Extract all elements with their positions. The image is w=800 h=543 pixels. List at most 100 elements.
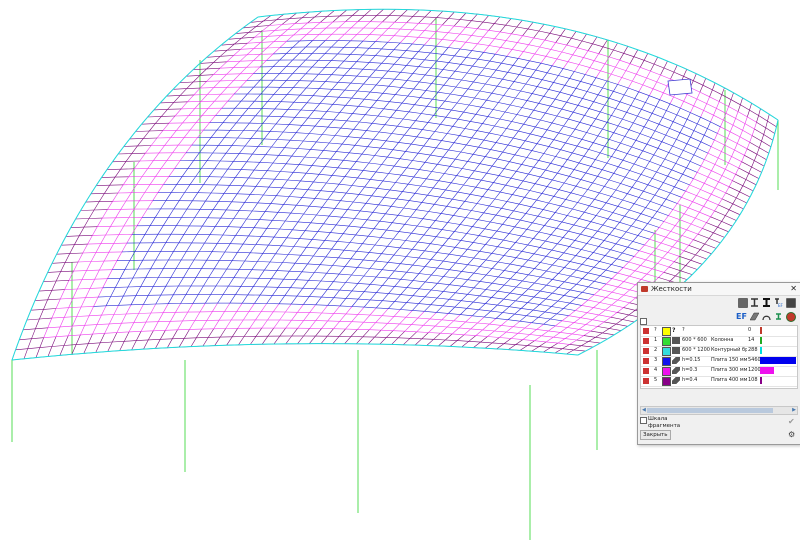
mesh-line	[162, 123, 170, 131]
mesh-line	[581, 243, 588, 250]
scroll-right-arrow[interactable]: ▶	[792, 407, 796, 413]
i-beam-bold-icon[interactable]	[762, 298, 770, 307]
mesh-line	[436, 305, 444, 313]
mesh-line	[171, 184, 178, 193]
mesh-line	[100, 234, 106, 244]
mesh-line	[513, 137, 526, 142]
select-all-checkbox[interactable]	[640, 318, 647, 325]
mesh-line	[546, 279, 553, 286]
mesh-line	[646, 268, 653, 275]
scale-checkbox[interactable]	[640, 417, 647, 424]
mesh-line	[411, 37, 419, 45]
mesh-line	[545, 56, 558, 60]
scroll-thumb[interactable]	[647, 408, 773, 413]
mesh-line	[380, 229, 387, 238]
mesh-line	[404, 134, 417, 138]
mesh-line	[672, 139, 677, 147]
mesh-line	[629, 297, 636, 304]
mesh-line	[253, 42, 261, 49]
model-viewport[interactable]	[0, 0, 800, 543]
mesh-line	[268, 179, 275, 188]
mesh-line	[533, 160, 539, 168]
mesh-line	[656, 74, 661, 83]
mesh-line	[337, 75, 345, 83]
mesh-line	[293, 172, 307, 174]
mesh-line	[362, 62, 370, 70]
mesh-line	[718, 157, 729, 164]
color-swatch[interactable]	[662, 357, 671, 366]
close-button[interactable]: Закрыть	[640, 430, 671, 440]
color-swatch[interactable]	[662, 337, 671, 346]
mesh-line	[155, 168, 162, 177]
table-hscrollbar[interactable]: ◀ ▶	[640, 406, 798, 415]
plate-section-icon[interactable]	[738, 298, 748, 308]
globe-icon[interactable]	[786, 312, 796, 322]
mesh-line	[388, 165, 395, 174]
mesh-line	[667, 246, 673, 253]
color-swatch[interactable]	[662, 347, 671, 356]
mesh-line	[504, 111, 517, 115]
mesh-line	[546, 179, 553, 187]
mesh-line	[548, 89, 561, 93]
mesh-line	[88, 306, 94, 316]
mesh-line	[746, 148, 758, 155]
mesh-line	[575, 179, 582, 187]
color-swatch[interactable]	[662, 377, 671, 386]
table-row[interactable]: 5 h=0.4 Плита 400 мм 108	[641, 376, 797, 387]
mesh-line	[173, 95, 181, 103]
mesh-line	[532, 216, 539, 223]
delete-icon[interactable]	[643, 338, 649, 344]
mesh-line	[381, 246, 388, 254]
plate-tilt-icon[interactable]	[749, 312, 760, 321]
apply-check-icon[interactable]: ✔	[788, 417, 795, 426]
close-icon[interactable]: ✕	[790, 284, 797, 293]
delete-icon[interactable]	[643, 368, 649, 374]
mesh-line	[466, 301, 474, 309]
mesh-line	[604, 179, 610, 187]
mesh-line	[150, 137, 158, 146]
mesh-line	[672, 241, 678, 247]
mesh-line	[487, 336, 500, 338]
i-beam-icon[interactable]	[750, 298, 758, 307]
color-swatch[interactable]	[662, 327, 671, 336]
ef-icon[interactable]: EF	[736, 312, 747, 321]
mesh-line	[424, 30, 437, 32]
mesh-line	[330, 224, 337, 233]
mesh-line	[520, 219, 533, 224]
mesh-line	[195, 268, 202, 278]
mesh-line	[754, 128, 764, 135]
mesh-line	[424, 274, 432, 283]
delete-icon[interactable]	[643, 358, 649, 364]
mesh-line	[643, 53, 649, 61]
mesh-line	[356, 336, 364, 345]
scroll-left-arrow[interactable]: ◀	[642, 407, 646, 413]
mesh-line	[387, 149, 394, 158]
mesh-line	[174, 160, 181, 169]
mesh-line	[19, 338, 32, 341]
ef-beam-icon[interactable]: EF	[774, 298, 784, 308]
mesh-line	[417, 145, 424, 154]
rail-section-icon[interactable]	[786, 298, 796, 308]
stiffness-info-icon[interactable]	[774, 312, 782, 320]
mesh-line	[401, 174, 414, 178]
settings-icon[interactable]: ⚙	[788, 430, 795, 439]
shell-icon[interactable]	[762, 312, 771, 321]
mesh-line	[301, 125, 316, 127]
delete-icon[interactable]	[643, 348, 649, 354]
mesh-line	[400, 80, 408, 88]
mesh-line	[261, 228, 268, 237]
mesh-line	[170, 268, 177, 278]
mesh-line	[205, 294, 211, 304]
mesh-line	[281, 23, 295, 25]
mesh-line	[266, 220, 273, 229]
mesh-line	[689, 154, 695, 162]
mesh-line	[123, 145, 138, 147]
mesh-line	[269, 123, 277, 132]
mesh-line	[208, 168, 215, 177]
mesh-line	[672, 209, 685, 215]
delete-icon[interactable]	[643, 328, 649, 334]
color-swatch[interactable]	[662, 367, 671, 376]
mesh-line	[479, 90, 492, 94]
delete-icon[interactable]	[643, 378, 649, 384]
mesh-line	[468, 97, 475, 106]
